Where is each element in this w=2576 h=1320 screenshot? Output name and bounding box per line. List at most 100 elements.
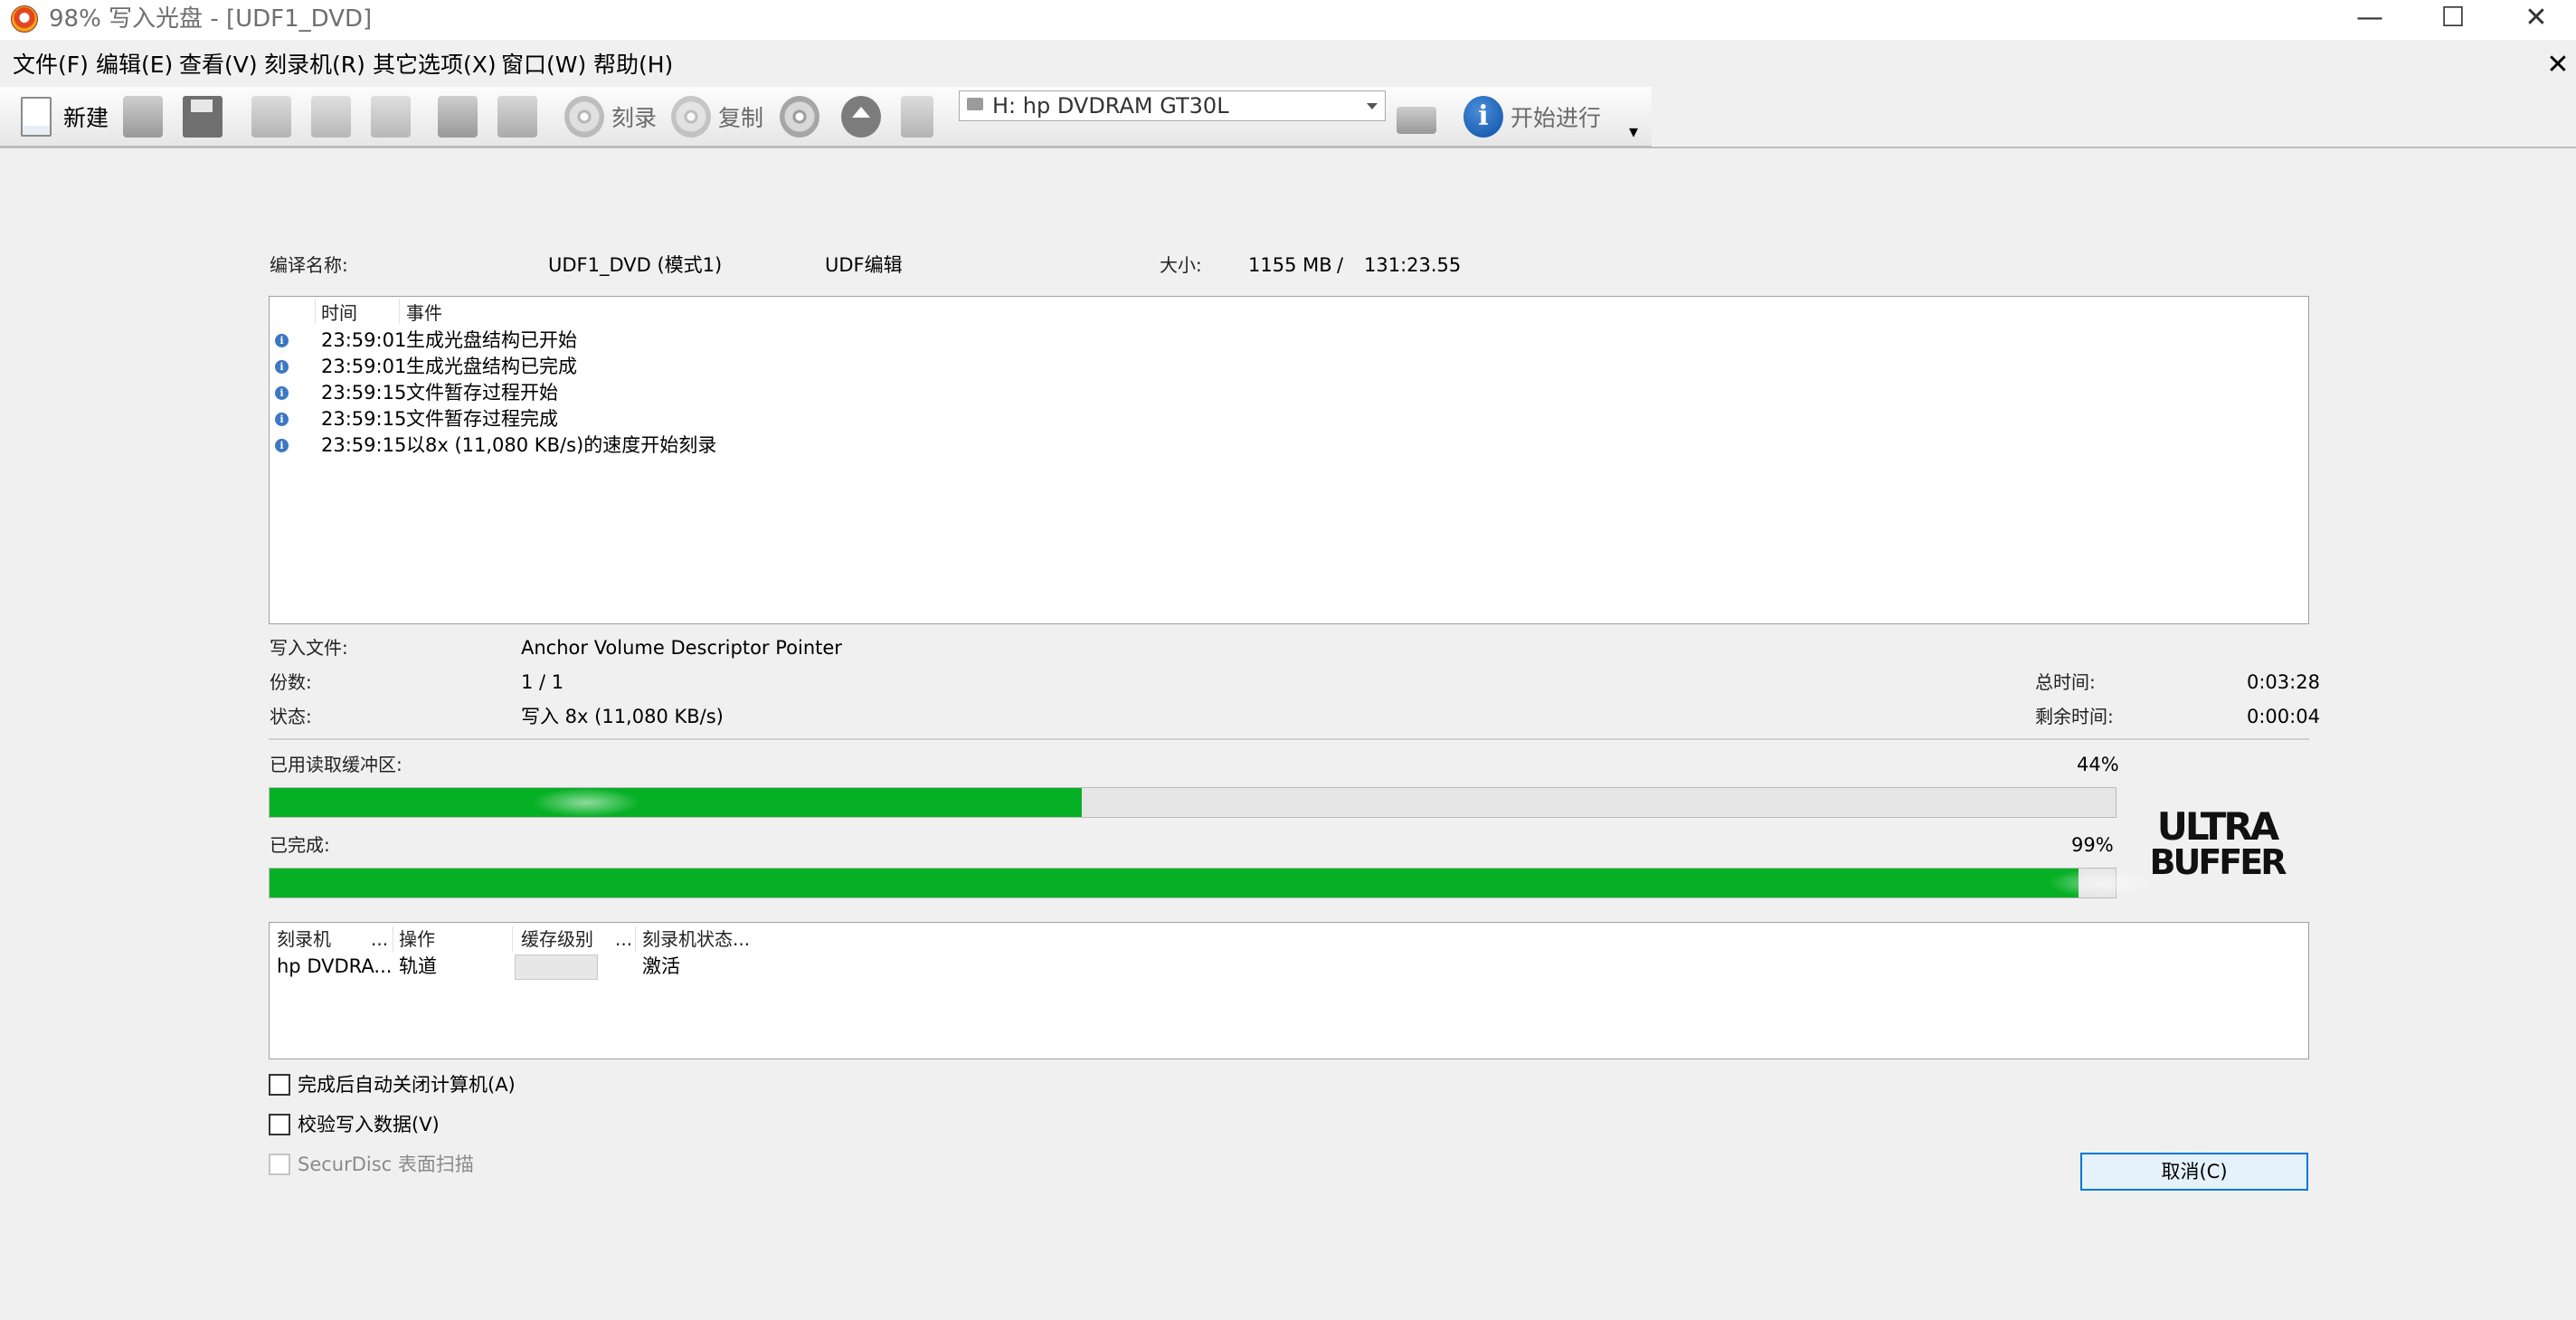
- size-separator: /: [1337, 254, 1344, 276]
- writing-file-label: 写入文件:: [270, 637, 348, 659]
- start-button[interactable]: i 开始进行: [1463, 92, 1601, 141]
- toolbar: 新建 刻录 复制 i 开始进行 ▾: [0, 87, 1652, 147]
- chevron-down-icon: [1367, 103, 1378, 109]
- drive-settings-button[interactable]: [1397, 92, 1436, 141]
- maximize-button[interactable]: ☐: [2411, 0, 2495, 40]
- completion-label: 已完成:: [270, 834, 330, 856]
- recorder-status-col-header[interactable]: 刻录机状态...: [642, 926, 750, 952]
- eject-icon: [841, 96, 881, 138]
- cache-col-header[interactable]: 缓存级别: [521, 926, 593, 952]
- verify-checkbox[interactable]: 校验写入数据(V): [269, 1112, 440, 1137]
- log-time: 23:59:15: [321, 434, 407, 456]
- copy-disc-button[interactable]: 复制: [671, 92, 763, 141]
- event-log[interactable]: 时间 事件 i 23:59:01 生成光盘结构已开始 i 23:59:01 生成…: [269, 296, 2309, 624]
- edit-button[interactable]: [123, 92, 163, 141]
- toolbar-overflow-icon[interactable]: ▾: [1621, 118, 1646, 145]
- library-icon: [438, 96, 478, 138]
- minimize-icon: —: [2356, 2, 2383, 33]
- drive-small-icon: [967, 98, 983, 110]
- copy-disc-icon: [671, 96, 711, 138]
- disc-blank-icon: [901, 96, 933, 138]
- status-divider: [269, 738, 2309, 740]
- log-time: 23:59:01: [321, 329, 407, 351]
- recorder-col-header[interactable]: 刻录机: [277, 926, 331, 952]
- menu-extras[interactable]: 其它选项(X): [373, 47, 497, 83]
- writing-file-value: Anchor Volume Descriptor Pointer: [521, 637, 842, 659]
- copies-value: 1 / 1: [521, 671, 564, 693]
- paste-button[interactable]: [371, 92, 411, 141]
- save-button[interactable]: [183, 92, 223, 141]
- eject-button[interactable]: [841, 92, 881, 141]
- maximize-icon: ☐: [2440, 2, 2466, 33]
- paste-icon: [371, 96, 411, 138]
- menu-window[interactable]: 窗口(W): [501, 47, 586, 83]
- save-icon: [183, 96, 223, 138]
- title-bar: 98% 写入光盘 - [UDF1_DVD] — ☐ ✕: [0, 0, 2576, 40]
- cache-level-bar: [515, 954, 598, 980]
- library-button[interactable]: [438, 92, 478, 141]
- log-event: 生成光盘结构已完成: [406, 356, 577, 377]
- cut-button[interactable]: [251, 92, 291, 141]
- menu-bar: 文件(F) 编辑(E) 查看(V) 刻录机(R) 其它选项(X) 窗口(W) 帮…: [0, 47, 2576, 83]
- log-column-divider: [399, 299, 400, 324]
- shutdown-label: 完成后自动关闭计算机(A): [298, 1074, 516, 1096]
- log-time: 23:59:01: [321, 356, 407, 377]
- tools-button[interactable]: [497, 92, 537, 141]
- recorder-col-more[interactable]: ...: [371, 926, 388, 952]
- compilation-name-label: 编译名称:: [270, 254, 348, 276]
- checkbox-box[interactable]: [269, 1154, 290, 1175]
- checkbox-box[interactable]: [269, 1074, 290, 1096]
- ultrabuffer-logo: ULTRA BUFFER: [2150, 804, 2290, 878]
- info-icon: i: [275, 386, 289, 400]
- recorder-name: hp DVDRA...: [277, 955, 393, 977]
- checkbox-box[interactable]: [269, 1114, 290, 1135]
- log-event: 以8x (11,080 KB/s)的速度开始刻录: [406, 434, 717, 456]
- burn-button-label: 刻录: [611, 105, 658, 131]
- menu-recorder[interactable]: 刻录机(R): [264, 47, 365, 83]
- new-button[interactable]: 新建: [16, 92, 109, 141]
- disc-info-button[interactable]: [780, 92, 819, 141]
- menu-view[interactable]: 查看(V): [179, 47, 258, 83]
- remaining-time-value: 0:00:04: [2247, 706, 2320, 727]
- logo-line2: BUFFER: [2150, 842, 2287, 878]
- cut-icon: [251, 96, 291, 138]
- minimize-button[interactable]: —: [2328, 0, 2411, 40]
- log-row: i 23:59:15 以8x (11,080 KB/s)的速度开始刻录: [270, 432, 2308, 459]
- menu-help[interactable]: 帮助(H): [593, 47, 673, 83]
- shutdown-checkbox[interactable]: 完成后自动关闭计算机(A): [269, 1072, 516, 1097]
- burn-button[interactable]: 刻录: [564, 92, 657, 141]
- info-icon: i: [275, 360, 289, 374]
- recorder-list[interactable]: 刻录机 ... 操作 缓存级别 ... 刻录机状态... hp DVDRA...…: [269, 922, 2309, 1059]
- buffer-label: 已用读取缓冲区:: [270, 754, 402, 775]
- securdisc-checkbox[interactable]: SecurDisc 表面扫描: [269, 1152, 474, 1177]
- recorder-operation: 轨道: [399, 955, 437, 977]
- start-button-label: 开始进行: [1511, 105, 1602, 131]
- menu-file[interactable]: 文件(F): [13, 47, 89, 83]
- new-button-label: 新建: [63, 105, 109, 131]
- close-icon: ✕: [2524, 2, 2548, 33]
- info-icon: i: [275, 413, 289, 426]
- log-row: i 23:59:15 文件暂存过程完成: [270, 406, 2308, 432]
- close-document-icon[interactable]: ✕: [2542, 47, 2574, 83]
- burn-icon: [564, 96, 604, 138]
- verify-label: 校验写入数据(V): [298, 1114, 440, 1135]
- info-icon: i: [1463, 96, 1503, 138]
- log-header-time[interactable]: 时间: [321, 300, 357, 326]
- log-event: 生成光盘结构已开始: [406, 329, 577, 351]
- drive-select[interactable]: H: hp DVDRAM GT30L: [959, 90, 1386, 121]
- log-event: 文件暂存过程开始: [406, 382, 558, 404]
- column-divider: [635, 926, 636, 952]
- cache-col-more[interactable]: ...: [615, 926, 632, 952]
- copy-button[interactable]: [311, 92, 351, 141]
- close-window-button[interactable]: ✕: [2495, 0, 2576, 40]
- compilation-name-value: UDF1_DVD (模式1): [548, 254, 723, 276]
- disc-blank-button[interactable]: [901, 92, 933, 141]
- total-time-label: 总时间:: [2035, 671, 2096, 693]
- log-time: 23:59:15: [321, 408, 407, 430]
- cancel-button[interactable]: 取消(C): [2080, 1153, 2308, 1191]
- info-icon: i: [275, 439, 289, 452]
- operation-col-header[interactable]: 操作: [399, 926, 435, 952]
- disc-info-icon: [780, 96, 819, 138]
- menu-edit[interactable]: 编辑(E): [96, 47, 173, 83]
- log-header-event[interactable]: 事件: [406, 300, 442, 326]
